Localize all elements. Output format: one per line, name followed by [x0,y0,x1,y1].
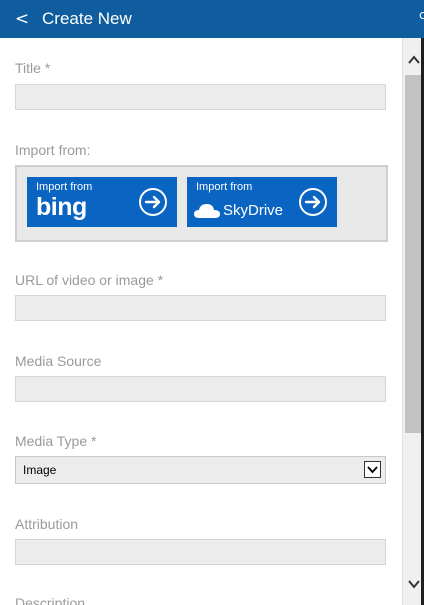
app-header: < Create New c [0,0,424,38]
import-label: Import from: [15,142,91,158]
header-edge-text: c [419,8,424,22]
media-type-select[interactable]: Image [15,456,386,484]
attribution-label: Attribution [15,516,79,532]
import-skydrive-prefix: Import from [196,181,253,193]
import-bing-prefix: Import from [36,181,93,193]
skydrive-logo: SkyDrive [223,202,284,219]
media-type-value: Image [23,463,57,477]
url-label: URL of video or image * [15,272,164,288]
scrollbar-thumb[interactable] [405,75,421,433]
chevron-down-icon[interactable] [406,576,422,592]
chevron-up-icon[interactable] [406,52,422,68]
arrow-right-circle-icon [139,188,167,216]
title-label: Title * [15,60,51,76]
import-bing-button[interactable]: Import from bing [27,177,177,227]
arrow-right-circle-icon [299,188,327,216]
form-panel: Title * Import from: Import from bing Im… [0,38,402,605]
attribution-input[interactable] [15,539,386,565]
title-input[interactable] [15,84,386,110]
media-source-label: Media Source [15,353,102,369]
bing-logo: bing [36,193,87,221]
back-button[interactable]: < [12,8,32,30]
description-label: Description [15,595,86,605]
url-input[interactable] [15,295,386,321]
import-panel: Import from bing Import from SkyDrive [15,165,388,242]
import-skydrive-button[interactable]: Import from SkyDrive [187,177,337,227]
cloud-icon [194,204,220,218]
media-source-input[interactable] [15,376,386,402]
page-title: Create New [42,9,132,28]
media-type-label: Media Type * [15,433,97,449]
chevron-down-icon[interactable] [364,461,381,478]
